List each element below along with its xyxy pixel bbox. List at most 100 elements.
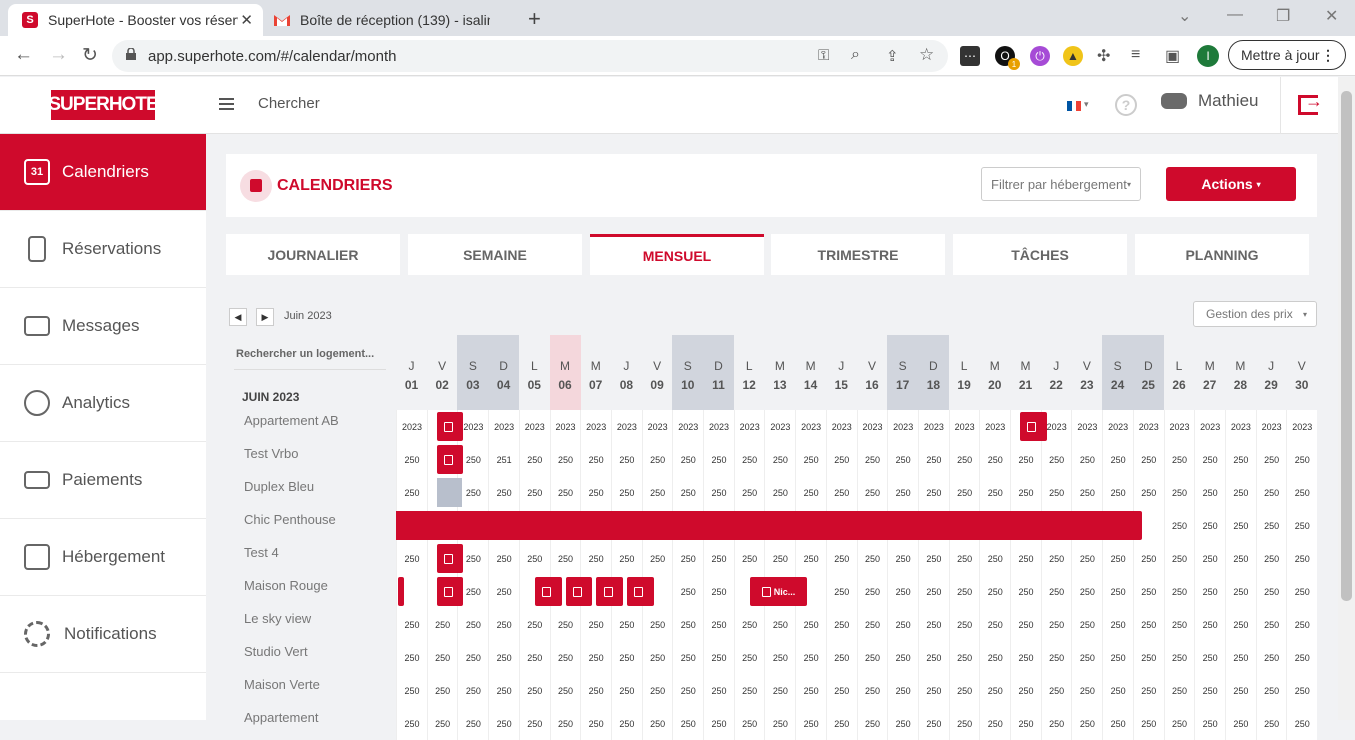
price-cell[interactable]: 250: [672, 608, 703, 641]
price-cell[interactable]: 250: [733, 641, 765, 674]
price-cell[interactable]: 250: [426, 641, 458, 674]
price-cell[interactable]: 2023: [703, 410, 734, 443]
price-cell[interactable]: 250: [795, 707, 826, 740]
close-tab-icon[interactable]: ✕: [240, 11, 253, 29]
price-cell[interactable]: 250: [672, 443, 703, 476]
price-cell[interactable]: 250: [1071, 608, 1102, 641]
blocked-period[interactable]: [436, 478, 463, 507]
price-cell[interactable]: 250: [641, 476, 673, 509]
price-cell[interactable]: 250: [856, 476, 888, 509]
price-cell[interactable]: 250: [1040, 674, 1072, 707]
price-cell[interactable]: 250: [917, 641, 949, 674]
price-cell[interactable]: 250: [917, 443, 949, 476]
reservation-block[interactable]: [627, 577, 654, 606]
user-name[interactable]: Mathieu: [1198, 91, 1258, 111]
price-cell[interactable]: 250: [1255, 443, 1287, 476]
price-cell[interactable]: 250: [1010, 575, 1041, 608]
price-cell[interactable]: 250: [580, 641, 611, 674]
price-cell[interactable]: 250: [1102, 542, 1133, 575]
price-cell[interactable]: 250: [396, 476, 427, 509]
price-cell[interactable]: 250: [795, 542, 826, 575]
price-cell[interactable]: 250: [764, 476, 795, 509]
price-cell[interactable]: 2023: [488, 410, 519, 443]
tab-mensuel[interactable]: MENSUEL: [590, 234, 764, 275]
price-cell[interactable]: 250: [856, 575, 888, 608]
price-cell[interactable]: 250: [1040, 443, 1072, 476]
sidebar-item-messages[interactable]: Messages: [0, 288, 206, 365]
price-cell[interactable]: 2023: [887, 410, 918, 443]
price-cell[interactable]: 2023: [1255, 410, 1287, 443]
listing-name[interactable]: Studio Vert: [244, 644, 308, 659]
price-cell[interactable]: 250: [641, 443, 673, 476]
price-cell[interactable]: 2023: [1163, 410, 1195, 443]
listing-name[interactable]: Maison Rouge: [244, 578, 328, 593]
price-cell[interactable]: 250: [795, 443, 826, 476]
help-icon[interactable]: ?: [1115, 94, 1137, 116]
listing-name[interactable]: Test Vrbo: [244, 446, 298, 461]
price-cell[interactable]: 2023: [1132, 410, 1164, 443]
price-cell[interactable]: 250: [1224, 608, 1256, 641]
tab-trimestre[interactable]: TRIMESTRE: [771, 234, 945, 275]
price-cell[interactable]: 250: [457, 707, 488, 740]
price-cell[interactable]: 250: [703, 443, 734, 476]
price-cell[interactable]: 250: [1163, 674, 1195, 707]
price-cell[interactable]: 250: [1071, 575, 1102, 608]
price-cell[interactable]: 250: [856, 641, 888, 674]
price-cell[interactable]: 250: [1194, 641, 1225, 674]
price-cell[interactable]: 250: [825, 476, 857, 509]
price-cell[interactable]: 250: [1071, 707, 1102, 740]
reservation-block[interactable]: [565, 577, 593, 606]
price-cell[interactable]: 250: [1255, 509, 1287, 542]
price-cell[interactable]: 250: [1102, 575, 1133, 608]
price-cell[interactable]: 250: [979, 476, 1010, 509]
price-cell[interactable]: 250: [703, 476, 734, 509]
reservation-block[interactable]: [1020, 412, 1047, 441]
price-cell[interactable]: 250: [948, 575, 980, 608]
price-cell[interactable]: 250: [610, 641, 642, 674]
price-cell[interactable]: 250: [396, 674, 427, 707]
price-cell[interactable]: 250: [733, 608, 765, 641]
reservation-block[interactable]: [436, 412, 464, 441]
restore-icon[interactable]: ❐: [1276, 6, 1290, 26]
price-cell[interactable]: 250: [948, 443, 980, 476]
forward-icon[interactable]: →: [49, 44, 68, 66]
price-cell[interactable]: 2023: [733, 410, 765, 443]
price-cell[interactable]: 2023: [672, 410, 703, 443]
price-cell[interactable]: 250: [641, 707, 673, 740]
filter-by-listing-select[interactable]: Filtrer par hébergement ▾: [981, 167, 1141, 201]
price-cell[interactable]: 250: [1163, 509, 1195, 542]
listing-name[interactable]: Appartement: [244, 710, 318, 725]
price-cell[interactable]: 250: [764, 608, 795, 641]
price-cell[interactable]: 250: [610, 707, 642, 740]
price-cell[interactable]: 2023: [610, 410, 642, 443]
sidebar-item-hebergement[interactable]: Hébergement: [0, 519, 206, 596]
price-cell[interactable]: 250: [1194, 542, 1225, 575]
price-cell[interactable]: 250: [795, 641, 826, 674]
price-cell[interactable]: 250: [1010, 707, 1041, 740]
price-cell[interactable]: 250: [396, 542, 427, 575]
price-cell[interactable]: 250: [672, 641, 703, 674]
price-cell[interactable]: 250: [856, 443, 888, 476]
price-cell[interactable]: 250: [856, 674, 888, 707]
price-cell[interactable]: 250: [979, 443, 1010, 476]
price-cell[interactable]: 250: [1194, 707, 1225, 740]
tab-search-icon[interactable]: ⌄: [1178, 6, 1191, 26]
price-cell[interactable]: 250: [1132, 575, 1164, 608]
price-cell[interactable]: 250: [1163, 608, 1195, 641]
price-cell[interactable]: 2023: [795, 410, 826, 443]
price-cell[interactable]: 250: [1010, 674, 1041, 707]
logout-icon[interactable]: [1298, 91, 1323, 115]
sidebar-item-calendriers[interactable]: 31 Calendriers: [0, 134, 206, 211]
side-panel-icon[interactable]: ▣: [1165, 46, 1180, 66]
listing-name[interactable]: Test 4: [244, 545, 279, 560]
price-cell[interactable]: 250: [549, 443, 581, 476]
price-cell[interactable]: 250: [887, 674, 918, 707]
price-cell[interactable]: 250: [1071, 674, 1102, 707]
key-icon[interactable]: ⚿: [818, 47, 829, 64]
listing-name[interactable]: Duplex Bleu: [244, 479, 314, 494]
price-cell[interactable]: 250: [1286, 707, 1317, 740]
price-cell[interactable]: 250: [703, 674, 734, 707]
price-cell[interactable]: 250: [1071, 641, 1102, 674]
reservation-block[interactable]: [596, 577, 624, 606]
price-cell[interactable]: 250: [1102, 608, 1133, 641]
